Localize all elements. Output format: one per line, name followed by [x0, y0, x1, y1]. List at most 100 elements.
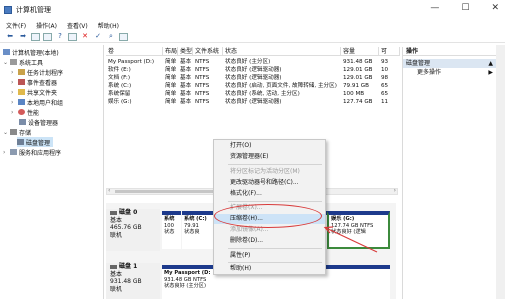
menu-help[interactable]: 帮助(H) — [98, 21, 119, 30]
volume-name: 软件 (E:) — [108, 67, 131, 73]
tree-label: 磁盘管理 — [26, 139, 51, 147]
volume-free: 65 — [381, 83, 389, 89]
folder-icon[interactable] — [31, 32, 40, 41]
more-actions[interactable]: 更多操作 ▶ — [403, 68, 496, 78]
tree-item-disk-management[interactable]: 磁盘管理 — [17, 137, 54, 147]
tree-item-local-users[interactable]: › 本地用户和组 — [11, 97, 63, 107]
partition-g[interactable]: 娱乐 (G:) 127.74 GB NTFS 状态良好 (逻辑 — [327, 211, 390, 249]
table-row[interactable]: 软件 (E:) 简单 基本 NTFS 状态良好 (逻辑驱动器) 129.01 G… — [106, 66, 400, 74]
column-header-volume[interactable]: 卷 — [106, 47, 163, 55]
tree-item-storage[interactable]: ⌄ 存储 — [3, 127, 31, 137]
column-header-filesystem[interactable]: 文件系统 — [193, 47, 223, 55]
column-header-layout[interactable]: 布局 — [163, 47, 178, 55]
disk-0-label[interactable]: 磁盘 0 基本 465.76 GB 联机 — [106, 209, 160, 251]
chevron-right-icon[interactable]: › — [11, 109, 16, 116]
operations-header: 操作 — [403, 47, 496, 56]
disk-drive-icon — [110, 264, 117, 269]
volume-capacity: 79.91 GB — [343, 83, 369, 89]
properties-list-icon[interactable] — [119, 32, 128, 41]
tree-item-services[interactable]: › 服务和应用程序 — [3, 147, 61, 157]
maximize-button[interactable]: ☐ — [461, 3, 469, 13]
partition-name: My Passport (D: — [164, 270, 211, 276]
disk-name: 磁盘 1 — [119, 263, 138, 270]
partition-status: 状态 — [164, 229, 175, 236]
tree-item-event-viewer[interactable]: › 事件查看器 — [11, 77, 57, 87]
menu-view[interactable]: 查看(V) — [67, 21, 88, 30]
volume-free: 11 — [381, 99, 389, 105]
operations-section-disk-management[interactable]: 磁盘管理 ▲ — [403, 59, 496, 68]
back-arrow-icon[interactable]: ⬅ — [5, 32, 15, 41]
menu-item-explorer[interactable]: 资源管理器(E) — [214, 152, 325, 162]
tree-item-device-manager[interactable]: 设备管理器 — [19, 117, 58, 127]
tree-label: 性能 — [27, 109, 40, 117]
check-icon[interactable]: ✓ — [93, 32, 103, 41]
vertical-scrollbar[interactable] — [496, 45, 505, 299]
title-bar: 计算机管理 — ☐ ✕ — [0, 0, 505, 20]
chevron-right-icon[interactable]: › — [11, 99, 16, 106]
table-row[interactable]: 系统 (C:) 简单 基本 NTFS 状态良好 (启动, 页面文件, 故障转储,… — [106, 82, 400, 90]
chevron-down-icon[interactable]: ⌄ — [3, 59, 8, 66]
menu-item-delete-volume[interactable]: 删除卷(D)... — [214, 236, 325, 246]
disk-name: 磁盘 0 — [119, 209, 138, 216]
partition-system-reserved[interactable]: 系统 100 状态 — [162, 211, 181, 249]
menu-action[interactable]: 操作(A) — [36, 21, 57, 30]
volume-type: 基本 — [180, 75, 192, 81]
volume-layout: 简单 — [165, 67, 177, 73]
tree-label: 任务计划程序 — [27, 69, 64, 77]
chevron-right-icon[interactable]: › — [11, 89, 16, 96]
tree-item-shared-folders[interactable]: › 共享文件夹 — [11, 87, 57, 97]
chevron-right-icon[interactable]: › — [11, 79, 16, 86]
menu-separator — [228, 262, 322, 263]
tree-item-system-tools[interactable]: ⌄ 系统工具 — [3, 57, 43, 67]
menu-item-open[interactable]: 打开(O) — [214, 141, 325, 151]
menu-item-change-drive-letter[interactable]: 更改驱动器号和路径(C)... — [214, 178, 325, 188]
partition-c[interactable]: 系统 (C:) 79.91 状态良 — [182, 211, 212, 249]
collapse-icon[interactable]: ▲ — [488, 59, 493, 68]
properties-icon[interactable] — [43, 32, 52, 41]
disk-status: 联机 — [110, 231, 123, 239]
window-controls: — ☐ ✕ — [430, 3, 499, 13]
menu-file[interactable]: 文件(F) — [6, 21, 26, 30]
table-row[interactable]: 系统保留 简单 基本 NTFS 状态良好 (系统, 活动, 主分区) 100 M… — [106, 90, 400, 98]
chevron-down-icon[interactable]: ⌄ — [3, 129, 8, 136]
volume-capacity: 127.74 GB — [343, 99, 373, 105]
delete-icon[interactable]: ✕ — [80, 32, 90, 41]
chevron-right-icon[interactable]: › — [3, 149, 8, 156]
search-icon[interactable]: ⌕ — [106, 32, 116, 41]
volume-filesystem: NTFS — [195, 67, 210, 73]
forward-arrow-icon[interactable]: ➡ — [18, 32, 28, 41]
disk-1-label[interactable]: 磁盘 1 基本 931.48 GB 联机 — [106, 263, 160, 299]
scroll-left-icon[interactable]: ‹ — [108, 187, 110, 194]
table-row[interactable]: My Passport (D:) 简单 基本 NTFS 状态良好 (主分区) 9… — [106, 58, 400, 66]
annotation-ellipse — [214, 204, 322, 228]
table-row[interactable]: 文档 (F:) 简单 基本 NTFS 状态良好 (逻辑驱动器) 129.01 G… — [106, 74, 400, 82]
tree-item-root[interactable]: 计算机管理(本地) — [3, 47, 59, 57]
partition-name: 系统 — [164, 216, 175, 222]
disk-size: 931.48 GB — [110, 278, 142, 285]
column-header-free[interactable]: 可 — [379, 47, 400, 55]
volume-capacity: 129.01 GB — [343, 75, 373, 81]
clock-icon — [18, 69, 25, 75]
scroll-right-icon[interactable]: › — [394, 187, 396, 194]
menu-item-properties[interactable]: 属性(P) — [214, 251, 325, 261]
tree-item-performance[interactable]: › 性能 — [11, 107, 39, 117]
partition-name: 娱乐 (G:) — [331, 216, 355, 222]
section-label: 磁盘管理 — [406, 60, 431, 67]
minimize-button[interactable]: — — [430, 3, 439, 13]
volume-name: 系统 (C:) — [108, 83, 132, 89]
tree-item-task-scheduler[interactable]: › 任务计划程序 — [11, 67, 63, 77]
menu-separator — [228, 248, 322, 249]
disk-icon[interactable] — [68, 32, 77, 41]
volume-free: 98 — [381, 75, 389, 81]
column-header-capacity[interactable]: 容量 — [341, 47, 379, 55]
help-icon[interactable]: ? — [55, 32, 65, 41]
table-row[interactable]: 娱乐 (G:) 简单 基本 NTFS 状态良好 (逻辑驱动器) 127.74 G… — [106, 98, 400, 106]
tree-label: 系统工具 — [19, 59, 44, 67]
column-header-status[interactable]: 状态 — [223, 47, 341, 55]
close-button[interactable]: ✕ — [491, 3, 499, 13]
menu-item-help[interactable]: 帮助(H) — [214, 264, 325, 274]
column-header-type[interactable]: 类型 — [178, 47, 193, 55]
menu-item-format[interactable]: 格式化(F)... — [214, 189, 325, 199]
chevron-right-icon[interactable]: › — [11, 69, 16, 76]
volume-type: 基本 — [180, 83, 192, 89]
